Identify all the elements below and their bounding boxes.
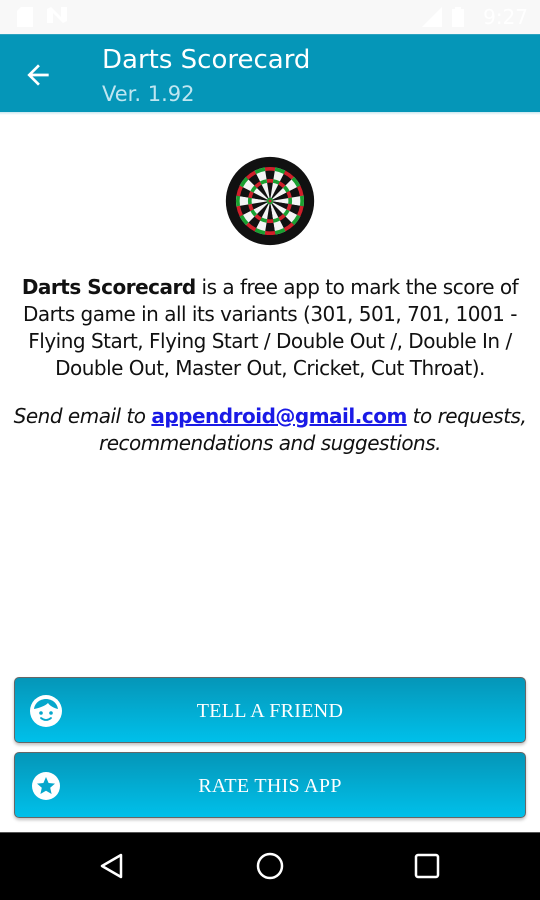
recents-square-icon	[414, 853, 440, 879]
back-triangle-icon	[100, 853, 123, 879]
dartboard-double-segment	[264, 166, 276, 172]
nav-recents-button[interactable]	[411, 850, 443, 882]
nav-back-button[interactable]	[97, 850, 129, 882]
arrow-left-icon	[27, 64, 49, 86]
dartboard-triple-segment	[266, 178, 274, 183]
app-name-bold: Darts Scorecard	[21, 275, 196, 299]
n-notification-icon	[47, 7, 67, 23]
tell-a-friend-button[interactable]: TELL A FRIEND	[14, 677, 526, 743]
dartboard-triple-segment	[247, 197, 252, 205]
status-bar: 9:27	[0, 0, 540, 34]
dartboard-double-segment	[299, 195, 305, 207]
contact-text: Send email to appendroid@gmail.com to re…	[10, 403, 530, 457]
sd-card-icon	[17, 7, 33, 27]
app-description: Darts Scorecard is a free app to mark th…	[10, 274, 530, 382]
lte-signal-icon	[422, 7, 442, 27]
email-link[interactable]: appendroid@gmail.com	[151, 404, 407, 428]
dartboard-triple-segment	[288, 197, 293, 205]
battery-charging-icon	[452, 7, 464, 27]
status-time: 9:27	[483, 5, 528, 29]
system-nav-bar	[0, 832, 540, 900]
back-button[interactable]	[22, 59, 54, 91]
rate-this-app-label: RATE THIS APP	[198, 775, 342, 797]
dartboard-double-segment	[264, 230, 276, 236]
app-bar-shadow	[0, 112, 540, 115]
app-bar: Darts Scorecard Ver. 1.92	[0, 34, 540, 112]
contact-prefix: Send email to	[13, 404, 152, 428]
tell-a-friend-label: TELL A FRIEND	[196, 700, 344, 722]
app-title: Darts Scorecard	[102, 45, 311, 75]
dartboard-bullseye	[268, 199, 272, 203]
home-circle-icon	[256, 852, 284, 880]
dartboard-double-segment	[235, 195, 241, 207]
app-version: Ver. 1.92	[102, 82, 195, 106]
dartboard-triple-segment	[266, 219, 274, 224]
rate-this-app-button[interactable]: RATE THIS APP	[14, 752, 526, 818]
nav-home-button[interactable]	[254, 850, 286, 882]
dartboard-icon	[225, 156, 315, 246]
